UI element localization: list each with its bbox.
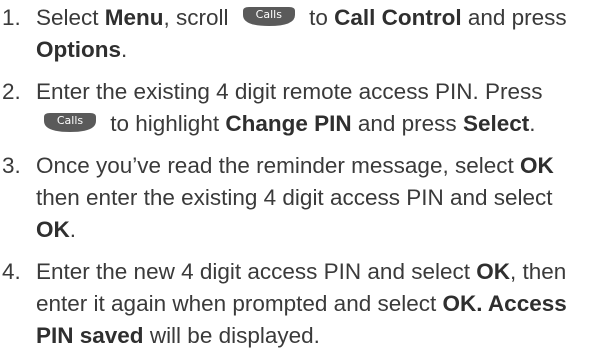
step-text: Enter the new 4 digit access PIN and sel… bbox=[36, 259, 477, 284]
step-text: will be displayed. bbox=[143, 323, 320, 348]
step-number: 1. bbox=[2, 5, 21, 30]
instruction-step: 2. Enter the existing 4 digit remote acce… bbox=[0, 76, 591, 140]
step-number: 3. bbox=[2, 153, 21, 178]
step-text: and press bbox=[351, 111, 463, 136]
instruction-step: 4. Enter the new 4 digit access PIN and s… bbox=[0, 256, 591, 352]
bold-term: OK bbox=[36, 217, 70, 242]
step-text: to highlight bbox=[104, 111, 226, 136]
bold-term: Options bbox=[36, 37, 121, 62]
step-text: . bbox=[529, 111, 536, 136]
step-text: . bbox=[121, 37, 128, 62]
bold-term: Change PIN bbox=[225, 111, 352, 136]
step-text: , scroll bbox=[163, 5, 235, 30]
calls-key-label: Calls bbox=[255, 8, 282, 21]
instruction-steps: 1. Select Menu, scroll Calls to Call Cont… bbox=[0, 0, 591, 362]
step-text: then enter the existing 4 digit access P… bbox=[36, 185, 553, 210]
calls-key-label: Calls bbox=[56, 114, 84, 127]
calls-key-icon: Calls bbox=[241, 5, 297, 28]
step-text: Enter the existing 4 digit remote access… bbox=[36, 79, 543, 104]
bold-term: Menu bbox=[104, 5, 164, 30]
step-text: to bbox=[302, 5, 335, 30]
step-text: and press bbox=[461, 5, 567, 30]
bold-term: Select bbox=[462, 111, 530, 136]
step-number: 2. bbox=[2, 79, 21, 104]
instruction-step: 1. Select Menu, scroll Calls to Call Cont… bbox=[0, 2, 591, 66]
bold-term: OK bbox=[520, 153, 554, 178]
calls-key-icon: Calls bbox=[42, 111, 98, 134]
instruction-step: 3. Once you’ve read the reminder message,… bbox=[0, 150, 591, 246]
step-text: Select bbox=[36, 5, 105, 30]
step-text: Once you’ve read the reminder message, s… bbox=[36, 153, 520, 178]
bold-term: OK bbox=[476, 259, 510, 284]
bold-term: Call Control bbox=[334, 5, 462, 30]
step-text: . bbox=[69, 217, 77, 242]
step-number: 4. bbox=[2, 259, 21, 284]
